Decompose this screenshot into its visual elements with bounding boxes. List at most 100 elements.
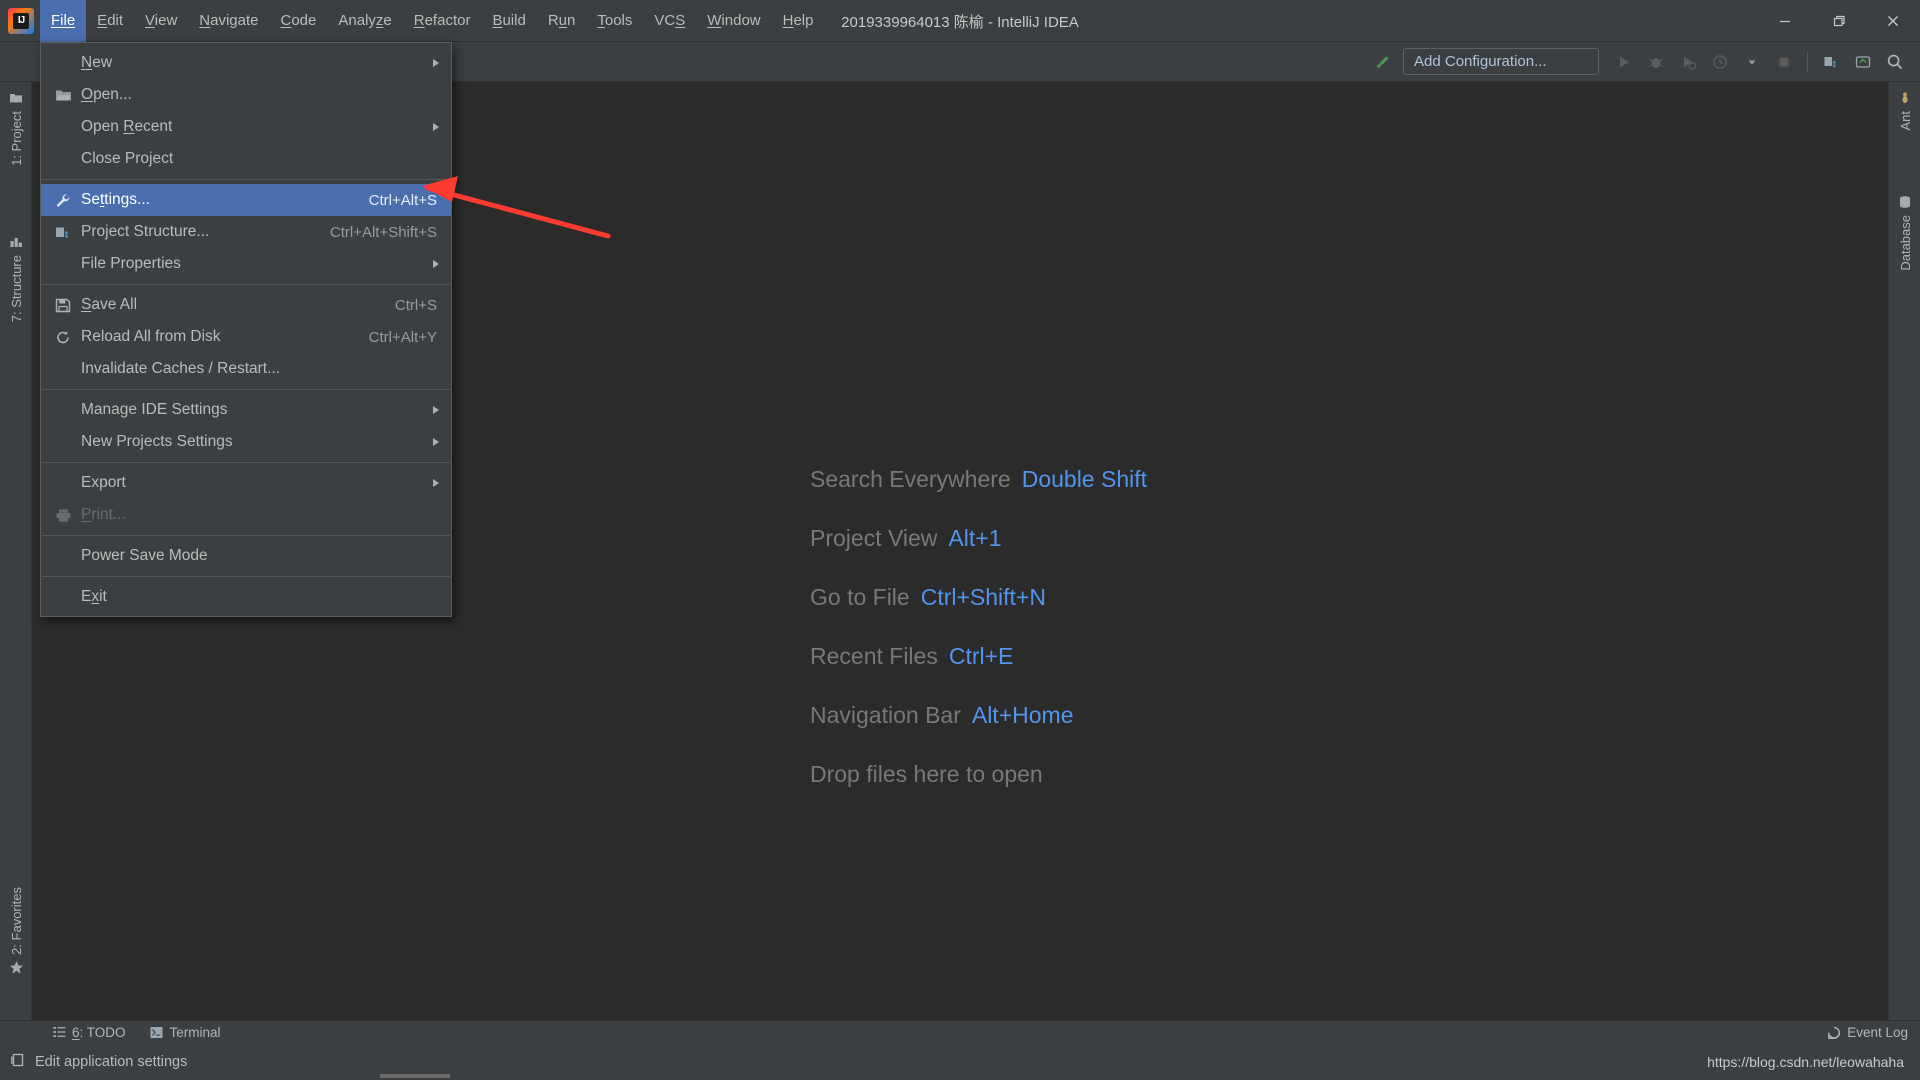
watermark-url: https://blog.csdn.net/leowahaha (1707, 1054, 1904, 1070)
menu-item-power-save-mode[interactable]: Power Save Mode (41, 540, 451, 572)
menu-window[interactable]: Window (696, 0, 771, 42)
menu-item-save-all-accel: Ctrl+S (394, 296, 437, 314)
menu-tools[interactable]: Tools (586, 0, 643, 42)
build-hammer-icon[interactable] (1367, 48, 1397, 76)
chevron-down-icon[interactable] (1737, 48, 1767, 76)
menu-item-reload-all-from-disk-label: Reload All from Disk (81, 328, 221, 345)
menu-item-reload-all-from-disk-accel: Ctrl+Alt+Y (368, 328, 437, 346)
sidebar-item-ant[interactable]: Ant (1889, 90, 1920, 131)
welcome-label-search-everywhere: Search Everywhere (810, 466, 1011, 492)
menu-item-export[interactable]: Export (41, 467, 451, 499)
project-structure-icon[interactable] (1816, 48, 1846, 76)
add-configuration-label: Add Configuration... (1414, 53, 1547, 70)
menu-refactor-label: Refactor (413, 12, 471, 29)
bottom-item-terminal[interactable]: Terminal (138, 1021, 233, 1045)
title-bar: IJ File Edit View Navigate Code Analyze … (0, 0, 1920, 42)
stop-square-icon[interactable] (1769, 48, 1799, 76)
project-folder-icon (8, 90, 24, 106)
right-tool-window-strip: Ant Database (1888, 82, 1920, 1020)
sidebar-item-database[interactable]: Database (1889, 194, 1920, 271)
menu-edit-label: Edit (97, 12, 124, 29)
event-log-balloon-icon (1827, 1026, 1841, 1040)
sidebar-item-ant-label: Ant (1897, 111, 1913, 131)
menu-item-close-project-label: Close Project (81, 150, 174, 167)
debug-bug-icon[interactable] (1641, 48, 1671, 76)
search-icon[interactable] (1880, 48, 1910, 76)
welcome-label-drop-files: Drop files here to open (810, 761, 1043, 787)
close-button[interactable] (1866, 0, 1920, 42)
menu-item-manage-ide-settings[interactable]: Manage IDE Settings (41, 394, 451, 426)
welcome-key-project-view: Alt+1 (948, 525, 1002, 551)
welcome-row-go-to-file: Go to File Ctrl+Shift+N (810, 568, 1147, 627)
menu-item-save-all-label: Save All (81, 296, 138, 313)
menu-item-exit[interactable]: Exit (41, 581, 451, 613)
menu-separator (42, 284, 450, 285)
sidebar-item-structure[interactable]: 7: Structure (0, 234, 32, 322)
menu-item-settings-accel: Ctrl+Alt+S (368, 191, 437, 209)
status-progress-indicator (380, 1074, 450, 1078)
menu-file[interactable]: File (40, 0, 87, 42)
menu-vcs[interactable]: VCS (643, 0, 696, 42)
menu-item-project-structure-label: Project Structure... (81, 223, 210, 240)
menu-code[interactable]: Code (270, 0, 328, 42)
file-menu-popup[interactable]: New Open... Open Recent Close Project Se… (40, 42, 452, 617)
maximize-button[interactable] (1812, 0, 1866, 42)
event-log-button[interactable]: Event Log (1815, 1021, 1920, 1045)
window-controls (1758, 0, 1920, 42)
welcome-key-search-everywhere: Double Shift (1021, 466, 1148, 492)
updates-icon[interactable] (1848, 48, 1878, 76)
menu-item-open[interactable]: Open... (41, 79, 451, 111)
save-floppy-icon (55, 298, 81, 313)
menu-item-open-recent[interactable]: Open Recent (41, 111, 451, 143)
menu-item-invalidate-caches[interactable]: Invalidate Caches / Restart... (41, 353, 451, 385)
sidebar-item-project[interactable]: 1: Project (0, 90, 32, 166)
run-play-icon[interactable] (1609, 48, 1639, 76)
menu-build[interactable]: Build (481, 0, 536, 42)
left-tool-window-strip: 1: Project 7: Structure 2: Favorites (0, 82, 32, 1020)
menu-refactor[interactable]: Refactor (403, 0, 482, 42)
menu-navigate[interactable]: Navigate (188, 0, 269, 42)
menu-item-manage-ide-settings-label: Manage IDE Settings (81, 401, 228, 418)
minimize-button[interactable] (1758, 0, 1812, 42)
menu-item-new[interactable]: New (41, 47, 451, 79)
menu-item-reload-all-from-disk[interactable]: Reload All from Disk Ctrl+Alt+Y (41, 321, 451, 353)
menu-item-settings-label: Settings... (81, 191, 150, 208)
menu-separator (42, 179, 450, 180)
sidebar-item-favorites[interactable]: 2: Favorites (0, 887, 32, 976)
menu-view[interactable]: View (134, 0, 188, 42)
todo-list-icon (52, 1026, 66, 1040)
wrench-icon (55, 193, 81, 208)
menu-help[interactable]: Help (772, 0, 825, 42)
submenu-arrow-icon (433, 123, 439, 131)
menu-item-close-project[interactable]: Close Project (41, 143, 451, 175)
profiler-icon[interactable] (1705, 48, 1735, 76)
menu-item-file-properties[interactable]: File Properties (41, 248, 451, 280)
bottom-item-terminal-label: Terminal (169, 1025, 221, 1040)
star-icon (8, 960, 24, 976)
window-hint-icon (10, 1052, 26, 1072)
menu-view-label: View (145, 12, 178, 29)
menu-item-project-structure[interactable]: Project Structure... Ctrl+Alt+Shift+S (41, 216, 451, 248)
bottom-bar-right: Event Log (1815, 1021, 1920, 1045)
toolbar-separator (1807, 51, 1808, 72)
menu-item-settings[interactable]: Settings... Ctrl+Alt+S (41, 184, 451, 216)
menu-edit[interactable]: Edit (86, 0, 134, 42)
welcome-row-drop-files: Drop files here to open (810, 745, 1147, 804)
welcome-row-navigation-bar: Navigation Bar Alt+Home (810, 686, 1147, 745)
menu-item-save-all[interactable]: Save All Ctrl+S (41, 289, 451, 321)
restore-icon (1833, 15, 1845, 27)
intellij-idea-window: IJ File Edit View Navigate Code Analyze … (0, 0, 1920, 1080)
menu-run[interactable]: Run (537, 0, 587, 42)
bottom-item-todo[interactable]: 6: TODO (40, 1021, 138, 1045)
bottom-tool-window-bar: 6: TODO Terminal Event Log (0, 1020, 1920, 1044)
run-with-coverage-icon[interactable] (1673, 48, 1703, 76)
submenu-arrow-icon (433, 59, 439, 67)
menu-item-export-label: Export (81, 474, 126, 491)
add-configuration-button[interactable]: Add Configuration... (1403, 48, 1599, 75)
intellij-logo-label: IJ (13, 12, 29, 29)
welcome-row-recent-files: Recent Files Ctrl+E (810, 627, 1147, 686)
menu-separator (42, 535, 450, 536)
database-icon (1897, 194, 1913, 210)
menu-item-new-projects-settings[interactable]: New Projects Settings (41, 426, 451, 458)
menu-analyze[interactable]: Analyze (327, 0, 402, 42)
